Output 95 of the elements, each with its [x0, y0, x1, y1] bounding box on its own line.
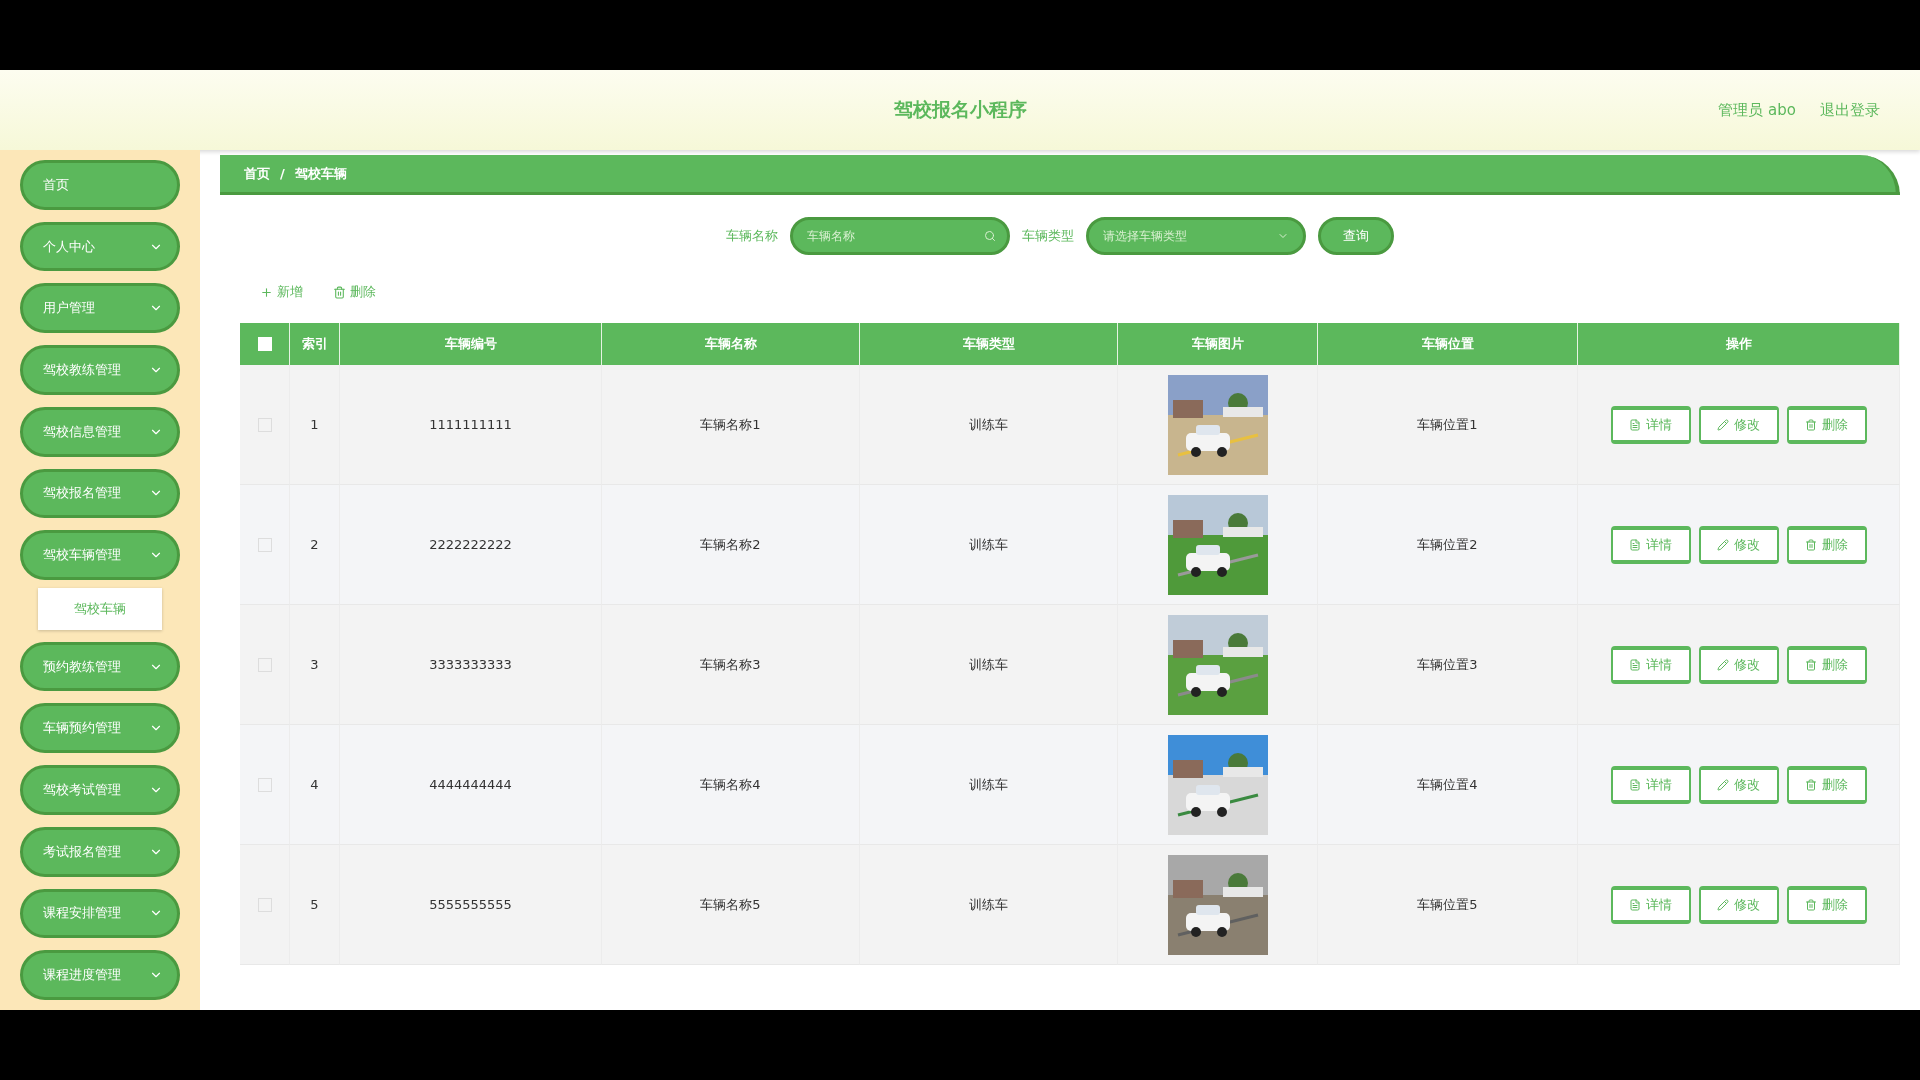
column-header: 车辆编号 — [340, 323, 602, 365]
breadcrumb-item[interactable]: 驾校车辆 — [294, 164, 347, 183]
table-cell: 车辆位置4 — [1318, 725, 1578, 845]
sidebar-item[interactable]: 驾校车辆管理 — [20, 530, 180, 581]
document-icon — [1629, 778, 1641, 791]
column-header: 车辆名称 — [602, 323, 860, 365]
table-cell: 2 — [290, 485, 340, 605]
document-icon — [1629, 658, 1641, 671]
sidebar-item[interactable]: 个人中心 — [20, 221, 180, 272]
trash-icon — [1805, 418, 1817, 431]
trash-icon — [1805, 778, 1817, 791]
table-cell: 训练车 — [860, 485, 1118, 605]
breadcrumb-item[interactable]: 首页 — [244, 164, 270, 183]
column-header: 操作 — [1578, 323, 1900, 365]
sidebar-item[interactable]: 车辆预约管理 — [20, 703, 180, 754]
type-select[interactable]: 请选择车辆类型 — [1086, 217, 1306, 255]
table-cell: 4 — [290, 725, 340, 845]
trash-icon — [1805, 898, 1817, 911]
logout-link[interactable]: 退出登录 — [1820, 100, 1880, 120]
add-button[interactable]: 新增 — [260, 283, 303, 301]
plus-icon — [260, 285, 273, 299]
sidebar-item[interactable]: 考试报名管理 — [20, 826, 180, 877]
search-icon — [984, 230, 996, 242]
table-cell: 2222222222 — [340, 485, 602, 605]
edit-button[interactable]: 修改 — [1698, 885, 1779, 924]
trash-icon — [1805, 658, 1817, 671]
pencil-icon — [1717, 418, 1729, 431]
table-cell: 3 — [290, 605, 340, 725]
pencil-icon — [1717, 898, 1729, 911]
sidebar-item[interactable]: 首页 — [20, 160, 180, 210]
column-header: 索引 — [290, 323, 340, 365]
query-button[interactable]: 查询 — [1318, 217, 1394, 255]
sidebar-item[interactable]: 用户管理 — [20, 283, 180, 334]
column-header: 车辆位置 — [1318, 323, 1578, 365]
table-cell: 训练车 — [860, 845, 1118, 965]
sidebar-item[interactable]: 驾校信息管理 — [20, 406, 180, 457]
sidebar-item[interactable]: 课程进度管理 — [20, 950, 180, 1001]
document-icon — [1629, 898, 1641, 911]
table-cell: 车辆位置3 — [1318, 605, 1578, 725]
table-cell: 5555555555 — [340, 845, 602, 965]
table-cell: 1111111111 — [340, 365, 602, 485]
table-cell: 5 — [290, 845, 340, 965]
user-label: 管理员 abo — [1718, 100, 1796, 120]
pencil-icon — [1717, 778, 1729, 791]
app-title: 驾校报名小程序 — [893, 97, 1027, 122]
delete-button[interactable]: 删除 — [1786, 645, 1867, 684]
field-label: 车辆类型 — [1022, 227, 1074, 245]
breadcrumb-separator: / — [280, 166, 285, 181]
sidebar-item[interactable]: 课程安排管理 — [20, 888, 180, 939]
table-cell: 车辆名称4 — [602, 725, 860, 845]
sidebar-item[interactable]: 驾校教练管理 — [20, 345, 180, 395]
sidebar-item[interactable]: 预约教练管理 — [20, 641, 180, 692]
column-header: 车辆图片 — [1118, 323, 1318, 365]
delete-button[interactable]: 删除 — [1786, 525, 1867, 564]
sidebar-item[interactable]: 驾校考试管理 — [20, 765, 180, 815]
trash-icon — [333, 285, 346, 299]
table-cell: 车辆位置2 — [1318, 485, 1578, 605]
document-icon — [1629, 538, 1641, 551]
table-cell: 车辆名称3 — [602, 605, 860, 725]
search-field[interactable]: 车辆名称 — [790, 217, 1010, 255]
field-label: 车辆名称 — [726, 227, 778, 245]
edit-button[interactable]: 修改 — [1698, 405, 1779, 444]
edit-button[interactable]: 修改 — [1698, 765, 1779, 804]
edit-button[interactable]: 修改 — [1698, 525, 1779, 564]
select-all-checkbox[interactable] — [257, 337, 272, 351]
table-cell: 1 — [290, 365, 340, 485]
details-button[interactable]: 详情 — [1610, 525, 1691, 564]
delete-button[interactable]: 删除 — [333, 283, 376, 301]
table-cell: 车辆位置1 — [1318, 365, 1578, 485]
delete-button[interactable]: 删除 — [1786, 765, 1867, 804]
table-cell: 车辆名称2 — [602, 485, 860, 605]
details-button[interactable]: 详情 — [1610, 645, 1691, 684]
details-button[interactable]: 详情 — [1610, 405, 1691, 444]
edit-button[interactable]: 修改 — [1698, 645, 1779, 684]
document-icon — [1629, 418, 1641, 431]
table-cell: 车辆名称5 — [602, 845, 860, 965]
submenu-item[interactable]: 驾校车辆 — [38, 588, 162, 630]
delete-button[interactable]: 删除 — [1786, 885, 1867, 924]
table-cell: 3333333333 — [340, 605, 602, 725]
pencil-icon — [1717, 538, 1729, 551]
table-cell: 车辆名称1 — [602, 365, 860, 485]
pencil-icon — [1717, 658, 1729, 671]
table-cell: 4444444444 — [340, 725, 602, 845]
table-cell: 训练车 — [860, 605, 1118, 725]
sidebar-item[interactable]: 驾校报名管理 — [20, 468, 180, 519]
delete-button[interactable]: 删除 — [1786, 405, 1867, 444]
table-cell: 训练车 — [860, 725, 1118, 845]
table-cell: 训练车 — [860, 365, 1118, 485]
details-button[interactable]: 详情 — [1610, 765, 1691, 804]
row-checkbox[interactable] — [257, 537, 272, 552]
trash-icon — [1805, 538, 1817, 551]
row-checkbox[interactable] — [257, 777, 272, 792]
column-header: 车辆类型 — [860, 323, 1118, 365]
table-cell: 车辆位置5 — [1318, 845, 1578, 965]
details-button[interactable]: 详情 — [1610, 885, 1691, 924]
